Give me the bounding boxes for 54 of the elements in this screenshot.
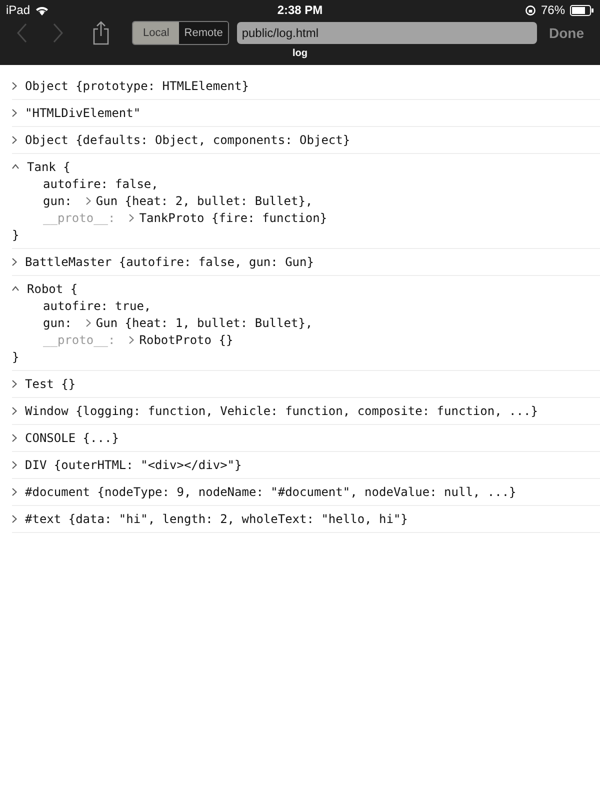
segment-tab[interactable]: Local — [133, 22, 180, 44]
log-entry-text: Tank { — [27, 160, 70, 174]
expand-caret-icon[interactable] — [129, 214, 134, 222]
property-value: false, — [115, 176, 158, 190]
expand-caret-icon[interactable] — [12, 488, 17, 496]
expand-caret-icon[interactable] — [129, 336, 134, 344]
log-entry-text: BattleMaster {autofire: false, gun: Gun} — [25, 254, 314, 268]
property-key: autofire: — [43, 298, 108, 312]
closing-brace: } — [12, 228, 20, 242]
page-title: log — [292, 48, 308, 59]
done-button[interactable]: Done — [543, 24, 590, 42]
property-key: __proto__: — [43, 332, 116, 346]
log-entry-text: #document {nodeType: 9, nodeName: "#document", nodeValue: null, ...} — [25, 484, 516, 498]
property-value: TankProto {fire: function} — [139, 210, 328, 224]
property-value: Gun {heat: 1, bullet: Bullet}, — [96, 316, 313, 330]
closing-brace: } — [12, 350, 20, 364]
collapse-caret-icon[interactable] — [12, 286, 19, 291]
wifi-icon — [35, 4, 50, 16]
clock-time: 2:38 PM — [277, 3, 323, 17]
log-entry-text: CONSOLE {...} — [25, 430, 119, 444]
expand-caret-icon[interactable] — [12, 380, 17, 388]
log-entry-text: Object {prototype: HTMLElement} — [25, 78, 249, 92]
battery-percent: 76% — [540, 3, 565, 17]
collapse-caret-icon[interactable] — [12, 164, 19, 169]
log-entry-text: DIV {outerHTML: "<div></div>"} — [25, 458, 242, 472]
property-value: RobotProto {} — [139, 332, 234, 346]
log-entry-text: Robot { — [27, 282, 78, 296]
address-field[interactable]: public/log.html — [236, 22, 537, 44]
expand-caret-icon[interactable] — [12, 460, 17, 468]
log-entry-text: Window {logging: function, Vehicle: function, composite: function, ...} — [25, 404, 538, 418]
property-value: true, — [115, 298, 152, 312]
expand-caret-icon[interactable] — [12, 514, 17, 522]
share-icon[interactable] — [92, 21, 110, 45]
expand-caret-icon[interactable] — [12, 406, 17, 414]
segment-tab[interactable]: Remote — [179, 22, 228, 44]
log-entry-text: "HTMLDivElement" — [25, 106, 141, 120]
log-entry-text: Test {} — [25, 376, 76, 390]
property-key: __proto__: — [43, 210, 116, 224]
property-key: gun: — [43, 316, 72, 330]
property-key: autofire: — [43, 176, 108, 190]
expand-caret-icon[interactable] — [86, 318, 91, 326]
property-value: Gun {heat: 2, bullet: Bullet}, — [96, 194, 313, 208]
expand-caret-icon[interactable] — [12, 136, 17, 144]
expand-caret-icon[interactable] — [12, 82, 17, 90]
expand-caret-icon[interactable] — [12, 434, 17, 442]
device-name: iPad — [6, 3, 30, 17]
expand-caret-icon[interactable] — [12, 108, 17, 116]
expand-caret-icon[interactable] — [86, 196, 91, 204]
log-entry-text: Object {defaults: Object, components: Object} — [25, 132, 350, 146]
expand-caret-icon[interactable] — [12, 258, 17, 266]
rotation-lock-icon — [524, 4, 536, 16]
property-key: gun: — [43, 194, 72, 208]
battery-icon — [570, 4, 594, 16]
log-entry-text: #text {data: "hi", length: 2, wholeText: "hello, hi"} — [25, 512, 408, 526]
